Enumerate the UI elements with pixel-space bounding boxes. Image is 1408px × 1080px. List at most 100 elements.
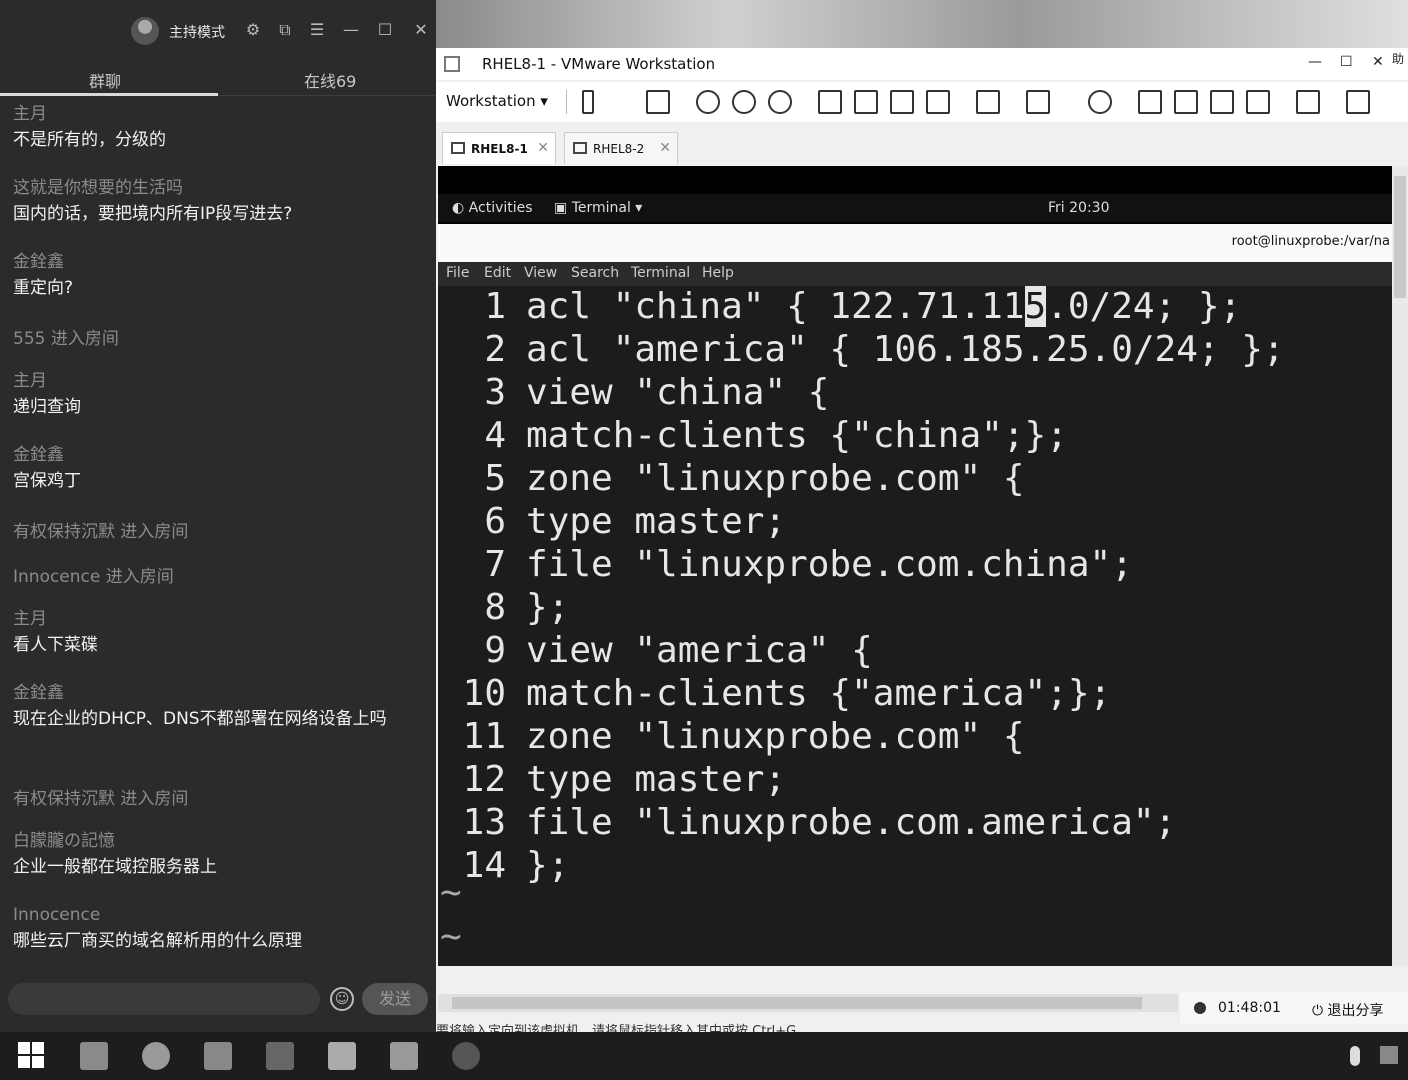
code-line: 10 match-clients {"america";};	[438, 673, 1112, 716]
menu-terminal[interactable]: Terminal	[631, 265, 690, 281]
line-number: 1	[484, 286, 506, 327]
snapshot-icon[interactable]	[696, 90, 720, 114]
code-text: type master;	[526, 759, 787, 800]
file-explorer-icon[interactable]	[80, 1042, 108, 1070]
menu-view[interactable]: View	[524, 265, 557, 281]
maximize-icon[interactable]: ☐	[375, 20, 395, 40]
code-line: 8};	[438, 587, 569, 630]
line-number: 9	[484, 630, 506, 671]
thumbnail-icon[interactable]	[1174, 90, 1198, 114]
stretch-icon[interactable]	[1346, 90, 1370, 114]
vertical-scrollbar[interactable]	[1392, 166, 1408, 966]
sender-name: 这就是你想要的生活吗	[13, 178, 183, 198]
unity-icon[interactable]	[1246, 90, 1270, 114]
code-line: 13 file "linuxprobe.com.america";	[438, 802, 1177, 845]
send-button[interactable]: 发送	[362, 983, 428, 1015]
console-icon[interactable]	[976, 90, 1000, 114]
vmware-taskbar-icon[interactable]	[204, 1042, 232, 1070]
clock[interactable]: Fri 20:30	[1048, 200, 1109, 216]
recording-time: 01:48:01	[1218, 1000, 1281, 1016]
menu-file[interactable]: File	[446, 265, 469, 281]
stretch-icon[interactable]	[1026, 90, 1050, 114]
line-number: 2	[484, 329, 506, 370]
emoji-icon[interactable]: ☺	[330, 987, 354, 1011]
message-text: 宫保鸡丁	[13, 471, 81, 491]
edge-label: 助	[1392, 52, 1405, 66]
code-line: 5 zone "linuxprobe.com" {	[438, 458, 1025, 501]
menu-edit[interactable]: Edit	[484, 265, 511, 281]
vmware-window: RHEL8-1 - VMware Workstation — ☐ ✕ Works…	[436, 48, 1408, 1032]
activities-button[interactable]: ◐ Activities	[452, 200, 533, 216]
guest-screen[interactable]: ◐ Activities ▣ Terminal ▾ Fri 20:30 root…	[438, 166, 1392, 966]
library-icon[interactable]	[1138, 90, 1162, 114]
line-number: 3	[484, 372, 506, 413]
chat-message: 主月 递归查询	[13, 369, 423, 421]
chat-message-list[interactable]: 主月 不是所有的，分级的 这就是你想要的生活吗 国内的话，要把境内所有IP段写进…	[0, 100, 436, 970]
tab-group-chat[interactable]: 群聊	[89, 68, 121, 92]
code-text: match-clients {"china";};	[526, 415, 1068, 456]
terminal-menubar: File Edit View Search Terminal Help	[438, 262, 1392, 286]
host-avatar[interactable]	[131, 17, 159, 45]
tab-rhel8-1[interactable]: RHEL8-1 ✕	[442, 132, 556, 164]
workstation-menu[interactable]: Workstation ▾	[446, 92, 548, 110]
menu-help[interactable]: Help	[702, 265, 734, 281]
maximize-icon[interactable]: ☐	[1340, 54, 1353, 70]
code-text: };	[526, 587, 570, 628]
microphone-icon[interactable]	[1350, 1046, 1360, 1066]
revert-snapshot-icon[interactable]	[732, 90, 756, 114]
unity-icon[interactable]	[926, 90, 950, 114]
video-app-icon[interactable]	[266, 1042, 294, 1070]
menu-icon[interactable]: ☰	[307, 20, 327, 40]
vm-icon	[451, 142, 465, 154]
tab-online[interactable]: 在线69	[304, 68, 356, 92]
terminal-app-menu[interactable]: ▣ Terminal ▾	[554, 200, 642, 216]
chat-tabs: 群聊 在线69	[0, 62, 436, 96]
menu-search[interactable]: Search	[571, 265, 619, 281]
code-line: 9 view "america" {	[438, 630, 872, 673]
thumbnail-icon[interactable]	[854, 90, 878, 114]
settings-gear-icon[interactable]: ⚙	[243, 20, 263, 40]
horizontal-scrollbar[interactable]	[438, 994, 1178, 1012]
join-notice: 有权保持沉默 进入房间	[13, 789, 189, 809]
full-screen-icon[interactable]	[1210, 90, 1234, 114]
snapshot-manager-icon[interactable]	[768, 90, 792, 114]
join-notice: 555 进入房间	[13, 329, 119, 349]
windows-start-icon[interactable]	[18, 1042, 46, 1070]
code-text: zone "linuxprobe.com" {	[526, 458, 1025, 499]
recording-app-icon[interactable]	[452, 1042, 480, 1070]
pause-icon[interactable]	[582, 90, 594, 114]
close-tab-icon[interactable]: ✕	[659, 140, 671, 156]
tray-icon[interactable]	[1380, 1046, 1398, 1064]
close-icon[interactable]: ✕	[411, 20, 431, 40]
scroll-thumb[interactable]	[452, 997, 1142, 1009]
console-icon[interactable]	[1296, 90, 1320, 114]
exit-share-button[interactable]: ⏻ 退出分享	[1312, 1000, 1384, 1020]
help-icon[interactable]	[1088, 90, 1112, 114]
popout-icon[interactable]: ⧉	[275, 20, 295, 40]
sender-name: 主月	[13, 609, 47, 629]
full-screen-icon[interactable]	[890, 90, 914, 114]
code-text: acl "china" { 122.71.11	[526, 286, 1025, 327]
vmware-toolbar: Workstation ▾	[436, 82, 1408, 122]
scroll-thumb[interactable]	[1394, 176, 1406, 298]
code-line: 6 type master;	[438, 501, 786, 544]
tab-rhel8-2[interactable]: RHEL8-2 ✕	[564, 132, 678, 164]
terminal-body[interactable]: 1 acl "china" { 122.71.115.0/24; }; 2 acl "…	[438, 286, 1392, 966]
sender-name: 金銓鑫	[13, 445, 64, 465]
line-number: 8	[484, 587, 506, 628]
chat-panel: 主持模式 ⚙ ⧉ ☰ — ☐ ✕ 群聊 在线69 主月 不是所有的，分级的 这就…	[0, 0, 436, 1032]
browser-icon[interactable]	[142, 1042, 170, 1070]
close-tab-icon[interactable]: ✕	[537, 140, 549, 156]
library-icon[interactable]	[818, 90, 842, 114]
send-keys-icon[interactable]	[646, 90, 670, 114]
paint-app-icon[interactable]	[390, 1042, 418, 1070]
editor-app-icon[interactable]	[328, 1042, 356, 1070]
line-number: 11	[462, 716, 506, 757]
line-number: 13	[462, 802, 506, 843]
sender-name: 主月	[13, 104, 47, 124]
join-notice: Innocence 进入房间	[13, 567, 174, 587]
chat-input[interactable]	[8, 983, 320, 1015]
close-icon[interactable]: ✕	[1372, 54, 1384, 70]
minimize-icon[interactable]: —	[1308, 54, 1322, 70]
minimize-icon[interactable]: —	[341, 20, 361, 40]
